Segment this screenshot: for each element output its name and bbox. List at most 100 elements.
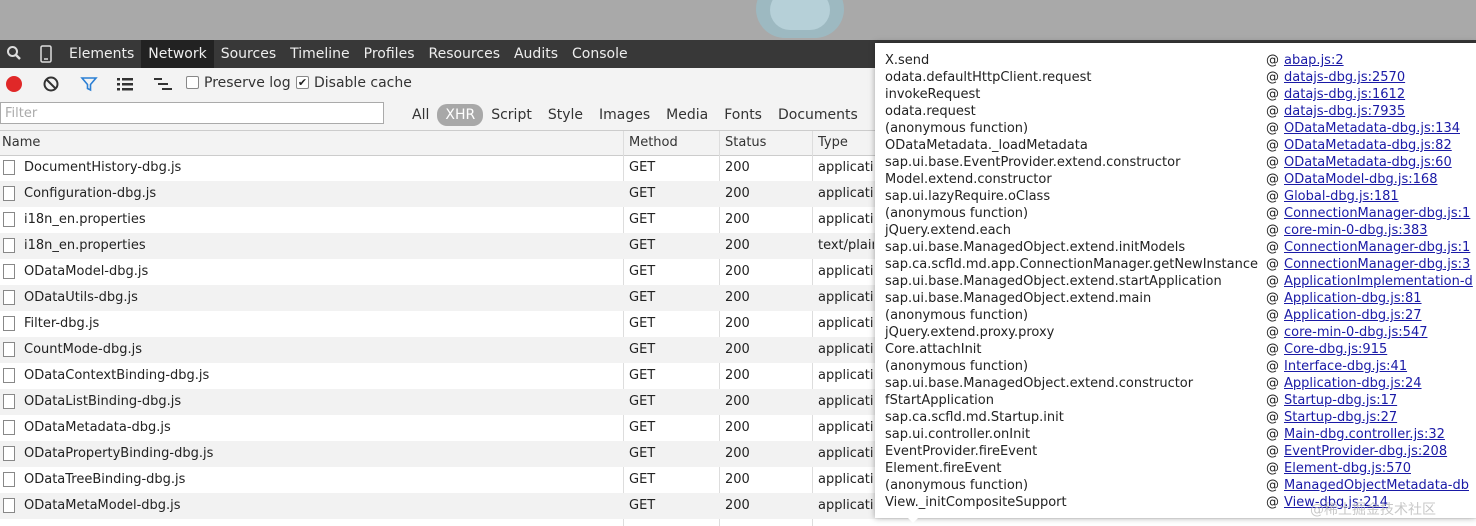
tab-resources[interactable]: Resources	[421, 40, 507, 68]
waterfall-view-icon[interactable]	[153, 75, 172, 93]
frame-function-name: (anonymous function)	[885, 121, 1029, 136]
frame-at-symbol: @	[1266, 53, 1279, 68]
tab-sources[interactable]: Sources	[214, 40, 283, 68]
frame-source-link[interactable]: Core-dbg.js:915	[1284, 341, 1387, 358]
tab-profiles[interactable]: Profiles	[357, 40, 422, 68]
column-header-status[interactable]: Status	[725, 135, 766, 150]
frame-source-link[interactable]: Main-dbg.controller.js:32	[1284, 426, 1445, 443]
frame-source-link[interactable]: Global-dbg.js:181	[1284, 188, 1399, 205]
callstack-frame: (anonymous function) @ ManagedObjectMetada…	[875, 477, 1476, 494]
filter-type-xhr[interactable]: XHR	[437, 104, 484, 126]
callstack-frame: sap.ui.lazyRequire.oClass @ Global-dbg.js:…	[875, 188, 1476, 205]
callstack-frame: (anonymous function) @ ODataMetadata-dbg.j…	[875, 120, 1476, 137]
frame-function-name: sap.ui.base.ManagedObject.extend.initMod…	[885, 240, 1186, 255]
frame-at-symbol: @	[1266, 410, 1279, 425]
search-icon[interactable]	[6, 45, 22, 61]
frame-source-link[interactable]: datajs-dbg.js:7935	[1284, 103, 1405, 120]
frame-source-link[interactable]: ConnectionManager-dbg.js:3	[1284, 256, 1470, 273]
frame-function-name: X.send	[885, 53, 930, 68]
request-type: applicatio	[818, 446, 874, 461]
frame-source-link[interactable]: Element-dbg.js:570	[1284, 460, 1411, 477]
filter-type-media[interactable]: Media	[658, 105, 716, 125]
frame-source-link[interactable]: abap.js:2	[1284, 52, 1344, 69]
frame-source-link[interactable]: ODataMetadata-dbg.js:82	[1284, 137, 1452, 154]
frame-function-name: jQuery.extend.proxy.proxy	[885, 325, 1055, 340]
callstack-frame: sap.ui.base.ManagedObject.extend.initMod…	[875, 239, 1476, 256]
tab-network[interactable]: Network	[141, 40, 214, 68]
frame-function-name: ODataMetadata._loadMetadata	[885, 138, 1088, 153]
frame-source-link[interactable]: datajs-dbg.js:2570	[1284, 69, 1405, 86]
tab-console[interactable]: Console	[565, 40, 635, 68]
frame-source-link[interactable]: ODataMetadata-dbg.js:134	[1284, 120, 1460, 137]
file-icon	[3, 342, 15, 357]
frame-source-link[interactable]: Application-dbg.js:24	[1284, 375, 1422, 392]
frame-function-name: Element.fireEvent	[885, 461, 1002, 476]
clear-icon[interactable]	[42, 75, 60, 93]
mobile-device-icon[interactable]	[38, 45, 54, 63]
frame-source-link[interactable]: core-min-0-dbg.js:383	[1284, 222, 1427, 239]
filter-type-script[interactable]: Script	[483, 105, 540, 125]
preserve-log-checkbox[interactable]	[186, 76, 199, 89]
request-status: 200	[725, 342, 750, 357]
request-status: 200	[725, 212, 750, 227]
frame-at-symbol: @	[1266, 223, 1279, 238]
frame-source-link[interactable]: core-min-0-dbg.js:547	[1284, 324, 1427, 341]
frame-source-link[interactable]: Interface-dbg.js:41	[1284, 358, 1407, 375]
filter-type-documents[interactable]: Documents	[770, 105, 866, 125]
request-method: GET	[629, 498, 656, 513]
frame-function-name: (anonymous function)	[885, 308, 1029, 323]
filter-funnel-icon[interactable]	[80, 75, 98, 93]
filter-input[interactable]	[0, 102, 384, 124]
page-top-strip	[0, 0, 1476, 40]
request-name: ODataTreeBinding-dbg.js	[24, 472, 186, 487]
filter-type-all[interactable]: All	[404, 105, 437, 125]
frame-source-link[interactable]: datajs-dbg.js:1612	[1284, 86, 1405, 103]
record-button[interactable]	[6, 76, 22, 92]
callstack-frame: fStartApplication @ Startup-dbg.js:17	[875, 392, 1476, 409]
file-icon	[3, 160, 15, 175]
tab-elements[interactable]: Elements	[62, 40, 141, 68]
request-name: ODataUtils-dbg.js	[24, 290, 138, 305]
frame-function-name: fStartApplication	[885, 393, 994, 408]
frame-source-link[interactable]: ConnectionManager-dbg.js:1	[1284, 205, 1470, 222]
frame-source-link[interactable]: Application-dbg.js:81	[1284, 290, 1422, 307]
request-status: 200	[725, 316, 750, 331]
callstack-frame: sap.ui.base.ManagedObject.extend.main @ Ap…	[875, 290, 1476, 307]
frame-source-link[interactable]: Application-dbg.js:27	[1284, 307, 1422, 324]
column-header-method[interactable]: Method	[629, 135, 678, 150]
tab-timeline[interactable]: Timeline	[283, 40, 357, 68]
frame-function-name: EventProvider.fireEvent	[885, 444, 1038, 459]
frame-at-symbol: @	[1266, 427, 1279, 442]
list-view-icon[interactable]	[116, 75, 134, 93]
frame-function-name: sap.ca.scfld.md.Startup.init	[885, 410, 1064, 425]
filter-type-fonts[interactable]: Fonts	[716, 105, 770, 125]
frame-at-symbol: @	[1266, 359, 1279, 374]
frame-source-link[interactable]: ApplicationImplementation-d	[1284, 273, 1473, 290]
frame-source-link[interactable]: ODataMetadata-dbg.js:60	[1284, 154, 1452, 171]
request-method: GET	[629, 212, 656, 227]
frame-at-symbol: @	[1266, 189, 1279, 204]
filter-type-style[interactable]: Style	[540, 105, 591, 125]
frame-source-link[interactable]: ConnectionManager-dbg.js:1	[1284, 239, 1470, 256]
request-name: ODataPropertyBinding-dbg.js	[24, 446, 214, 461]
frame-at-symbol: @	[1266, 121, 1279, 136]
frame-source-link[interactable]: Startup-dbg.js:17	[1284, 392, 1397, 409]
frame-source-link[interactable]: ManagedObjectMetadata-db	[1284, 477, 1469, 494]
frame-at-symbol: @	[1266, 291, 1279, 306]
tab-audits[interactable]: Audits	[507, 40, 565, 68]
filter-type-images[interactable]: Images	[591, 105, 658, 125]
request-type: applicatio	[818, 290, 874, 305]
frame-source-link[interactable]: Startup-dbg.js:27	[1284, 409, 1397, 426]
request-method: GET	[629, 316, 656, 331]
file-icon	[3, 472, 15, 487]
request-status: 200	[725, 420, 750, 435]
frame-at-symbol: @	[1266, 495, 1279, 510]
frame-source-link[interactable]: EventProvider-dbg.js:208	[1284, 443, 1447, 460]
frame-source-link[interactable]: ODataModel-dbg.js:168	[1284, 171, 1437, 188]
file-icon	[3, 446, 15, 461]
disable-cache-checkbox[interactable]: ✔	[296, 76, 309, 89]
frame-function-name: sap.ca.scfld.md.app.ConnectionManager.ge…	[885, 257, 1258, 272]
column-header-type[interactable]: Type	[818, 135, 848, 150]
column-header-name[interactable]: Name	[2, 135, 40, 150]
frame-at-symbol: @	[1266, 274, 1279, 289]
